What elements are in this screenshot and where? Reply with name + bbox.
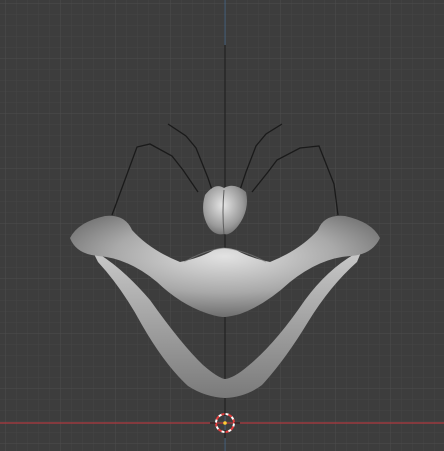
viewport-scene[interactable] (0, 0, 444, 451)
3d-viewport[interactable] (0, 0, 444, 451)
